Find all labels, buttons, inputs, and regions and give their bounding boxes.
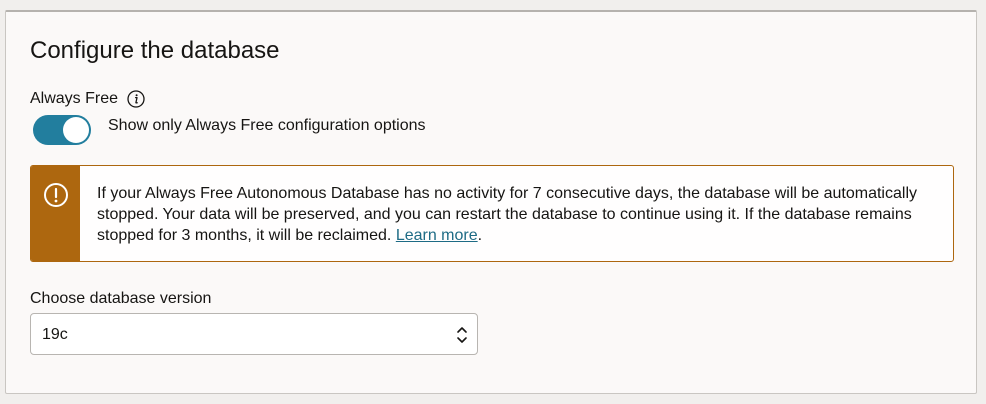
learn-more-link[interactable]: Learn more [396,227,478,244]
exclamation-circle-icon [44,183,68,207]
always-free-toggle-row: Show only Always Free configuration opti… [33,115,426,145]
alert-message: If your Always Free Autonomous Database … [97,183,937,246]
always-free-toggle-label: Show only Always Free configuration opti… [108,117,426,134]
database-version-select[interactable]: 19c [30,313,478,355]
alert-message-text: If your Always Free Autonomous Database … [97,185,917,244]
always-free-toggle[interactable] [33,115,91,145]
always-free-label: Always Free [30,90,119,107]
database-version-value: 19c [42,326,68,343]
section-title: Configure the database [30,37,280,64]
database-version-label: Choose database version [30,290,212,307]
warning-alert: If your Always Free Autonomous Database … [30,165,954,262]
toggle-knob [63,117,89,143]
alert-message-suffix: . [477,227,483,244]
alert-accent-bar [31,166,80,261]
always-free-row: Always Free [30,89,145,109]
configure-database-panel: Configure the database Always Free Show … [5,10,977,394]
up-down-chevron-icon [457,327,467,343]
info-icon[interactable] [127,90,145,108]
